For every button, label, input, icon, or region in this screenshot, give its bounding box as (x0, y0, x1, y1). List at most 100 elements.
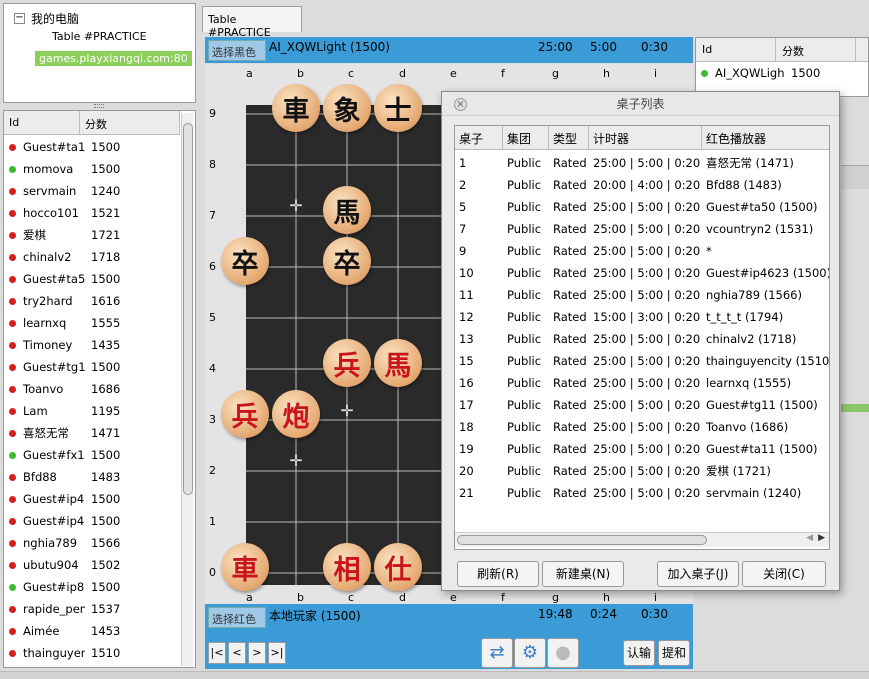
table-cell: Rated (553, 354, 587, 368)
user-row[interactable]: try2hard 1616 (4, 290, 180, 312)
table-cell: 25:00 | 5:00 | 0:20 (593, 156, 701, 170)
user-row[interactable]: Guest#ta11 1500 (4, 136, 180, 158)
user-row[interactable]: hocco101 1521 (4, 202, 180, 224)
user-row[interactable]: rapide_pen. 1537 (4, 598, 180, 620)
column-header-score[interactable]: 分数 (80, 111, 180, 134)
prev-move-button[interactable]: < (228, 642, 246, 664)
black-piece[interactable]: 馬 (323, 186, 371, 234)
scroll-left-icon[interactable]: ◀ (806, 533, 813, 543)
column-header-score[interactable]: 分数 (776, 38, 856, 61)
user-row[interactable]: Lam 1195 (4, 400, 180, 422)
table-row[interactable]: 10 Public Rated 25:00 | 5:00 | 0:20 Guest#ip… (455, 262, 829, 284)
select-black-button[interactable]: 选择黑色 (208, 40, 266, 61)
red-piece[interactable]: 馬 (374, 339, 422, 387)
tree-root[interactable]: − 我的电脑 (14, 10, 79, 27)
resign-button[interactable]: 认输 (623, 640, 655, 666)
table-cell: 18 (459, 420, 474, 434)
next-move-button[interactable]: > (248, 642, 266, 664)
last-move-button[interactable]: >| (268, 642, 286, 664)
first-move-button[interactable]: |< (208, 642, 226, 664)
user-row[interactable]: Guest#ip42 1500 (4, 488, 180, 510)
table-row[interactable]: 19 Public Rated 25:00 | 5:00 | 0:20 Guest#ta… (455, 438, 829, 460)
tree-item-host[interactable]: games.playxiangqi.com:80 (35, 51, 192, 66)
red-piece[interactable]: 車 (221, 543, 269, 591)
table-row[interactable]: 21 Public Rated 25:00 | 5:00 | 0:20 servmain… (455, 482, 829, 504)
user-row[interactable]: Guest#ip86 1500 (4, 576, 180, 598)
user-row[interactable]: thainguyenc 1510 (4, 642, 180, 664)
black-piece[interactable]: 士 (374, 84, 422, 132)
user-row[interactable]: 爱棋 1721 (4, 224, 180, 246)
horizontal-scrollbar[interactable]: ◀ ▶ (455, 532, 829, 547)
scroll-right-icon[interactable]: ▶ (818, 533, 825, 543)
table-cell: 21 (459, 486, 474, 500)
red-piece[interactable]: 兵 (323, 339, 371, 387)
column-header[interactable]: 集团 (503, 126, 549, 149)
black-piece[interactable]: 卒 (221, 237, 269, 285)
table-row[interactable]: 1 Public Rated 25:00 | 5:00 | 0:20 喜怒无常 (147… (455, 152, 829, 174)
table-row[interactable]: 9 Public Rated 25:00 | 5:00 | 0:20 * (455, 240, 829, 262)
table-row[interactable]: 7 Public Rated 25:00 | 5:00 | 0:20 vcountryn… (455, 218, 829, 240)
table-row[interactable]: 2 Public Rated 20:00 | 4:00 | 0:20 Bfd88 (14… (455, 174, 829, 196)
draw-button[interactable]: 提和 (658, 640, 690, 666)
user-row[interactable]: Guest#ip46 1500 (4, 510, 180, 532)
user-row[interactable]: momova 1500 (4, 158, 180, 180)
user-row[interactable]: chinalv2 1718 (4, 246, 180, 268)
table-row[interactable]: 12 Public Rated 15:00 | 3:00 | 0:20 t_t_t_t … (455, 306, 829, 328)
refresh-button[interactable]: 刷新(R) (457, 561, 539, 587)
list-item[interactable]: AI_XQWLigh 1500 (696, 66, 820, 80)
tab-practice[interactable]: Table #PRACTICE (202, 6, 302, 39)
red-piece[interactable]: 相 (323, 543, 371, 591)
table-row[interactable]: 13 Public Rated 25:00 | 5:00 | 0:20 chinalv2… (455, 328, 829, 350)
user-id: momova (23, 162, 74, 176)
column-header-id[interactable]: Id (4, 111, 80, 134)
splitter-handle[interactable] (94, 104, 104, 108)
red-piece[interactable]: 兵 (221, 390, 269, 438)
table-row[interactable]: 15 Public Rated 25:00 | 5:00 | 0:20 thainguy… (455, 350, 829, 372)
column-header[interactable]: 类型 (549, 126, 589, 149)
table-row[interactable]: 20 Public Rated 25:00 | 5:00 | 0:20 爱棋 (1721… (455, 460, 829, 482)
red-piece[interactable]: 仕 (374, 543, 422, 591)
column-header[interactable]: 桌子 (455, 126, 503, 149)
user-row[interactable]: Aimée 1453 (4, 620, 180, 642)
scrollbar-thumb[interactable] (183, 123, 193, 495)
table-row[interactable]: 18 Public Rated 25:00 | 5:00 | 0:20 Toanvo (… (455, 416, 829, 438)
black-piece[interactable]: 車 (272, 84, 320, 132)
user-row[interactable]: ubutu904 1502 (4, 554, 180, 576)
select-red-button[interactable]: 选择红色 (208, 607, 266, 628)
table-row[interactable]: 11 Public Rated 25:00 | 5:00 | 0:20 nghia789… (455, 284, 829, 306)
black-piece[interactable]: 象 (323, 84, 371, 132)
red-piece[interactable]: 炮 (272, 390, 320, 438)
user-row[interactable]: 喜怒无常 1471 (4, 422, 180, 444)
join-table-button[interactable]: 加入桌子(J) (657, 561, 739, 587)
user-row[interactable]: Timoney 1435 (4, 334, 180, 356)
user-row[interactable]: Bfd88 1483 (4, 466, 180, 488)
user-row[interactable]: servmain 1240 (4, 180, 180, 202)
close-icon[interactable]: × (454, 98, 467, 111)
close-button[interactable]: 关闭(C) (742, 561, 826, 587)
scrollbar-thumb[interactable] (457, 535, 707, 545)
table-row[interactable]: 16 Public Rated 25:00 | 5:00 | 0:20 learnxq … (455, 372, 829, 394)
column-header[interactable]: 红色播放器 (702, 126, 829, 149)
user-row[interactable]: learnxq 1555 (4, 312, 180, 334)
new-table-button[interactable]: 新建桌(N) (542, 561, 624, 587)
tree-item-table[interactable]: Table #PRACTICE (52, 30, 147, 43)
settings-button[interactable]: ⚙ (514, 638, 546, 668)
user-row[interactable]: nghia789 1566 (4, 532, 180, 554)
table-row[interactable]: 17 Public Rated 25:00 | 5:00 | 0:20 Guest#tg… (455, 394, 829, 416)
file-label: e (450, 67, 457, 80)
user-row[interactable]: Guest#fx17 1500 (4, 444, 180, 466)
user-list-scrollbar[interactable] (181, 113, 193, 666)
column-header-id[interactable]: Id (696, 38, 776, 61)
table-cell: Public (507, 244, 542, 258)
user-row[interactable]: Toanvo 1686 (4, 378, 180, 400)
user-row[interactable]: Guest#tg11 1500 (4, 356, 180, 378)
user-id: Guest#fx17 (23, 448, 85, 462)
collapse-icon[interactable]: − (14, 13, 25, 24)
table-row[interactable]: 5 Public Rated 25:00 | 5:00 | 0:20 Guest#ta5… (455, 196, 829, 218)
black-piece[interactable]: 卒 (323, 237, 371, 285)
column-header[interactable]: 计时器 (589, 126, 702, 149)
reverse-board-button[interactable]: ⇄ (481, 638, 513, 668)
user-row[interactable]: Guest#ta51 1500 (4, 268, 180, 290)
table-cell: 20:00 | 4:00 | 0:20 (593, 178, 701, 192)
sound-button[interactable]: ● (547, 638, 579, 668)
